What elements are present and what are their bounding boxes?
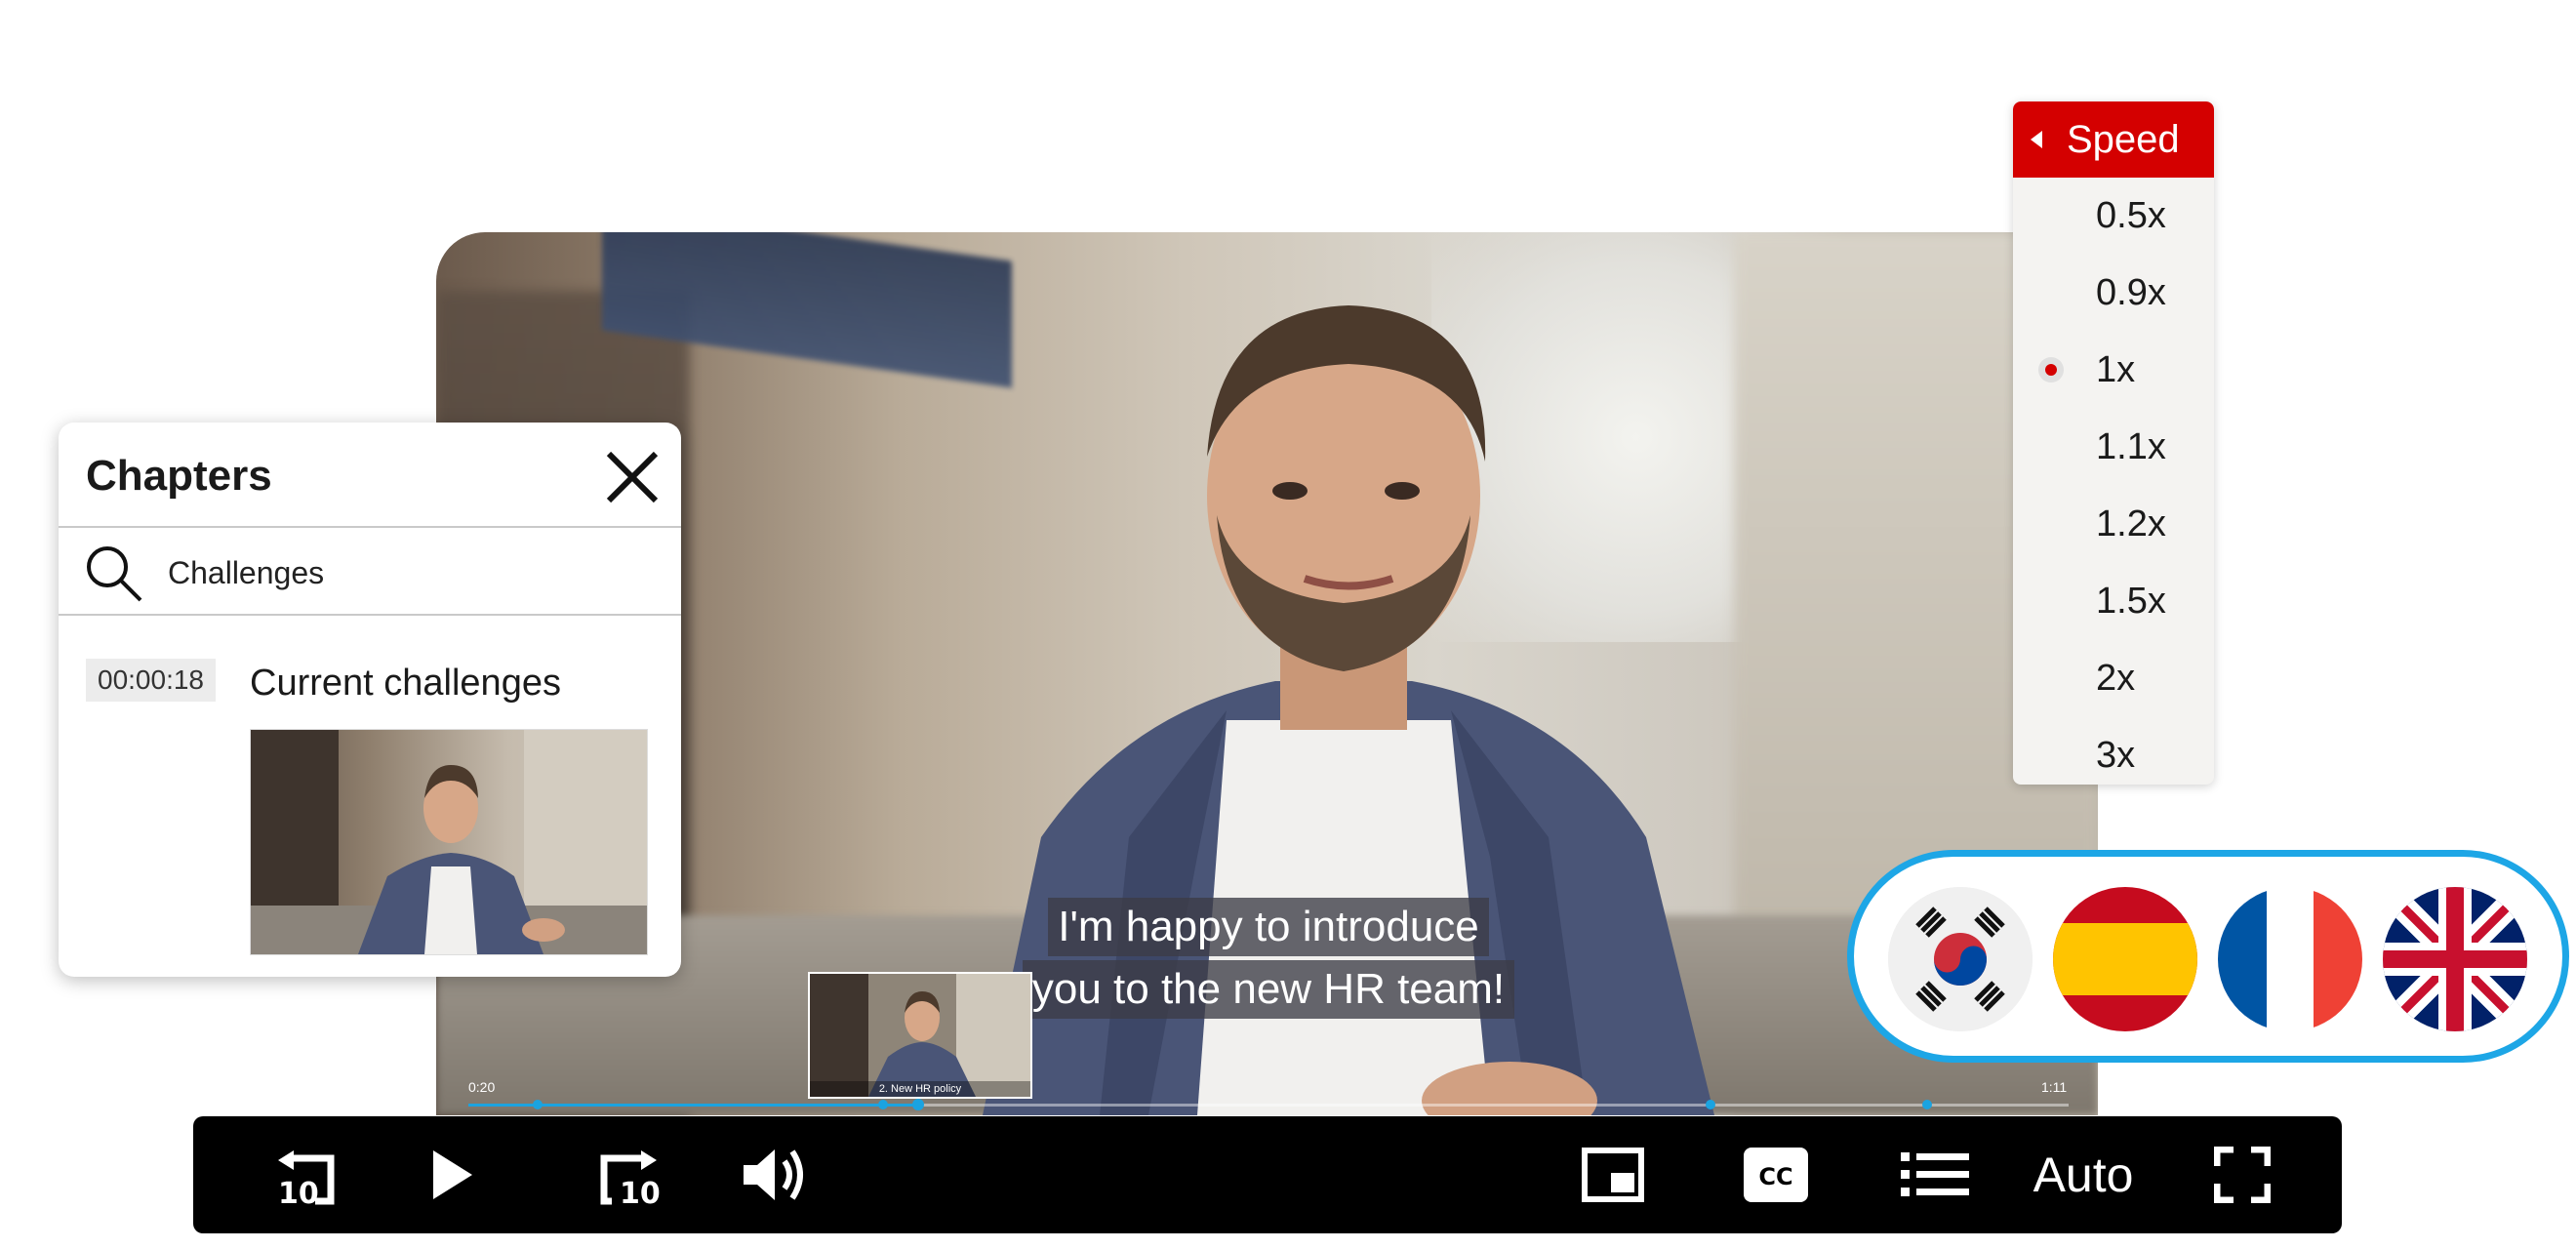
back-arrow-icon [2031, 131, 2042, 148]
chapter-title: Current challenges [250, 663, 561, 704]
quality-button[interactable]: Auto [2020, 1116, 2147, 1233]
chapter-marker[interactable] [1706, 1100, 1715, 1109]
progress-track[interactable] [468, 1104, 2069, 1107]
search-input[interactable]: Challenges [168, 555, 324, 591]
speed-option[interactable]: 1.1x [2013, 409, 2214, 486]
speed-option-label: 2x [2096, 658, 2136, 699]
quality-label: Auto [2033, 1148, 2134, 1202]
speed-option-label: 0.9x [2096, 272, 2166, 313]
speed-option[interactable]: 3x [2013, 717, 2214, 785]
fullscreen-icon [2214, 1147, 2271, 1203]
chapters-panel: Chapters Challenges 00:00:18 Current cha… [59, 423, 681, 977]
end-time: 1:11 [2041, 1079, 2068, 1095]
uk-flag-button[interactable] [2383, 887, 2527, 1031]
chapters-header: Chapters [59, 423, 681, 528]
forward-amount: 10 [620, 1177, 661, 1209]
uk-flag-icon [2383, 887, 2527, 1031]
play-icon [433, 1150, 472, 1199]
picture-in-picture-button[interactable] [1569, 1116, 1657, 1233]
search-icon [84, 544, 144, 609]
forward-10-button[interactable]: 10 [574, 1116, 681, 1233]
close-button[interactable] [605, 450, 660, 509]
cc-label: CC [1758, 1163, 1792, 1190]
korea-flag-icon [1888, 887, 2033, 1031]
chapter-marker[interactable] [1922, 1100, 1932, 1109]
speed-option[interactable]: 0.5x [2013, 178, 2214, 255]
closed-captions-icon: CC [1744, 1148, 1808, 1202]
chapters-list-icon [1901, 1152, 1969, 1196]
speed-option-label: 0.5x [2096, 195, 2166, 236]
korea-flag-button[interactable] [1888, 887, 2033, 1031]
chapters-search[interactable]: Challenges [59, 528, 681, 616]
picture-in-picture-icon [1582, 1148, 1644, 1202]
france-flag-icon [2218, 887, 2362, 1031]
chapters-list-button[interactable] [1886, 1116, 1984, 1233]
rewind-amount: 10 [278, 1177, 319, 1209]
speed-option-label: 1.2x [2096, 504, 2166, 544]
chapters-title: Chapters [86, 452, 272, 500]
scrubber-preview-thumbnail: 2. New HR policy [808, 972, 1032, 1099]
speed-option-label: 1.5x [2096, 581, 2166, 622]
control-bar: 10 10 CC Auto [193, 1116, 2342, 1233]
chapter-marker[interactable] [533, 1100, 543, 1109]
subtitle-line-2: you to the new HR team! [1022, 960, 1515, 1019]
chapter-timestamp: 00:00:18 [86, 659, 216, 702]
chapter-thumbnail-image [251, 730, 647, 954]
volume-button[interactable] [730, 1116, 818, 1233]
speed-option-label: 1x [2096, 349, 2136, 390]
speed-option[interactable]: 2x [2013, 640, 2214, 717]
speed-menu: Speed 0.5x 0.9x 1x 1.1x 1.2x 1.5x 2x 3x [2013, 101, 2214, 785]
volume-icon [744, 1149, 803, 1200]
speed-option[interactable]: 1.5x [2013, 563, 2214, 640]
chapter-thumbnail[interactable] [250, 729, 648, 955]
speed-option-selected[interactable]: 1x [2013, 332, 2214, 409]
speed-option-label: 1.1x [2096, 426, 2166, 467]
speed-menu-title: Speed [2067, 118, 2180, 161]
chapter-marker[interactable] [878, 1100, 888, 1109]
current-time: 0:20 [468, 1079, 496, 1095]
progress-handle[interactable] [912, 1099, 924, 1110]
subtitle-box: I'm happy to introduce you to the new HR… [995, 896, 1542, 1021]
france-flag-button[interactable] [2218, 887, 2362, 1031]
spain-flag-icon [2053, 887, 2197, 1031]
speed-menu-back-button[interactable]: Speed [2013, 101, 2214, 178]
rewind-10-button[interactable]: 10 [254, 1116, 361, 1233]
forward-10-icon: 10 [600, 1150, 661, 1209]
close-icon [606, 451, 659, 504]
speed-option-label: 3x [2096, 735, 2136, 776]
selected-radio-icon [2038, 357, 2064, 383]
subtitle-line-1: I'm happy to introduce [1048, 898, 1489, 956]
play-button[interactable] [418, 1116, 486, 1233]
speed-option[interactable]: 1.2x [2013, 486, 2214, 563]
language-selector [1847, 850, 2569, 1063]
speed-option[interactable]: 0.9x [2013, 255, 2214, 332]
rewind-10-icon: 10 [278, 1150, 335, 1209]
preview-caption: 2. New HR policy [810, 1081, 1030, 1097]
fullscreen-button[interactable] [2198, 1116, 2286, 1233]
preview-presenter-image [810, 974, 1030, 1097]
closed-captions-button[interactable]: CC [1727, 1116, 1825, 1233]
spain-flag-button[interactable] [2053, 887, 2197, 1031]
